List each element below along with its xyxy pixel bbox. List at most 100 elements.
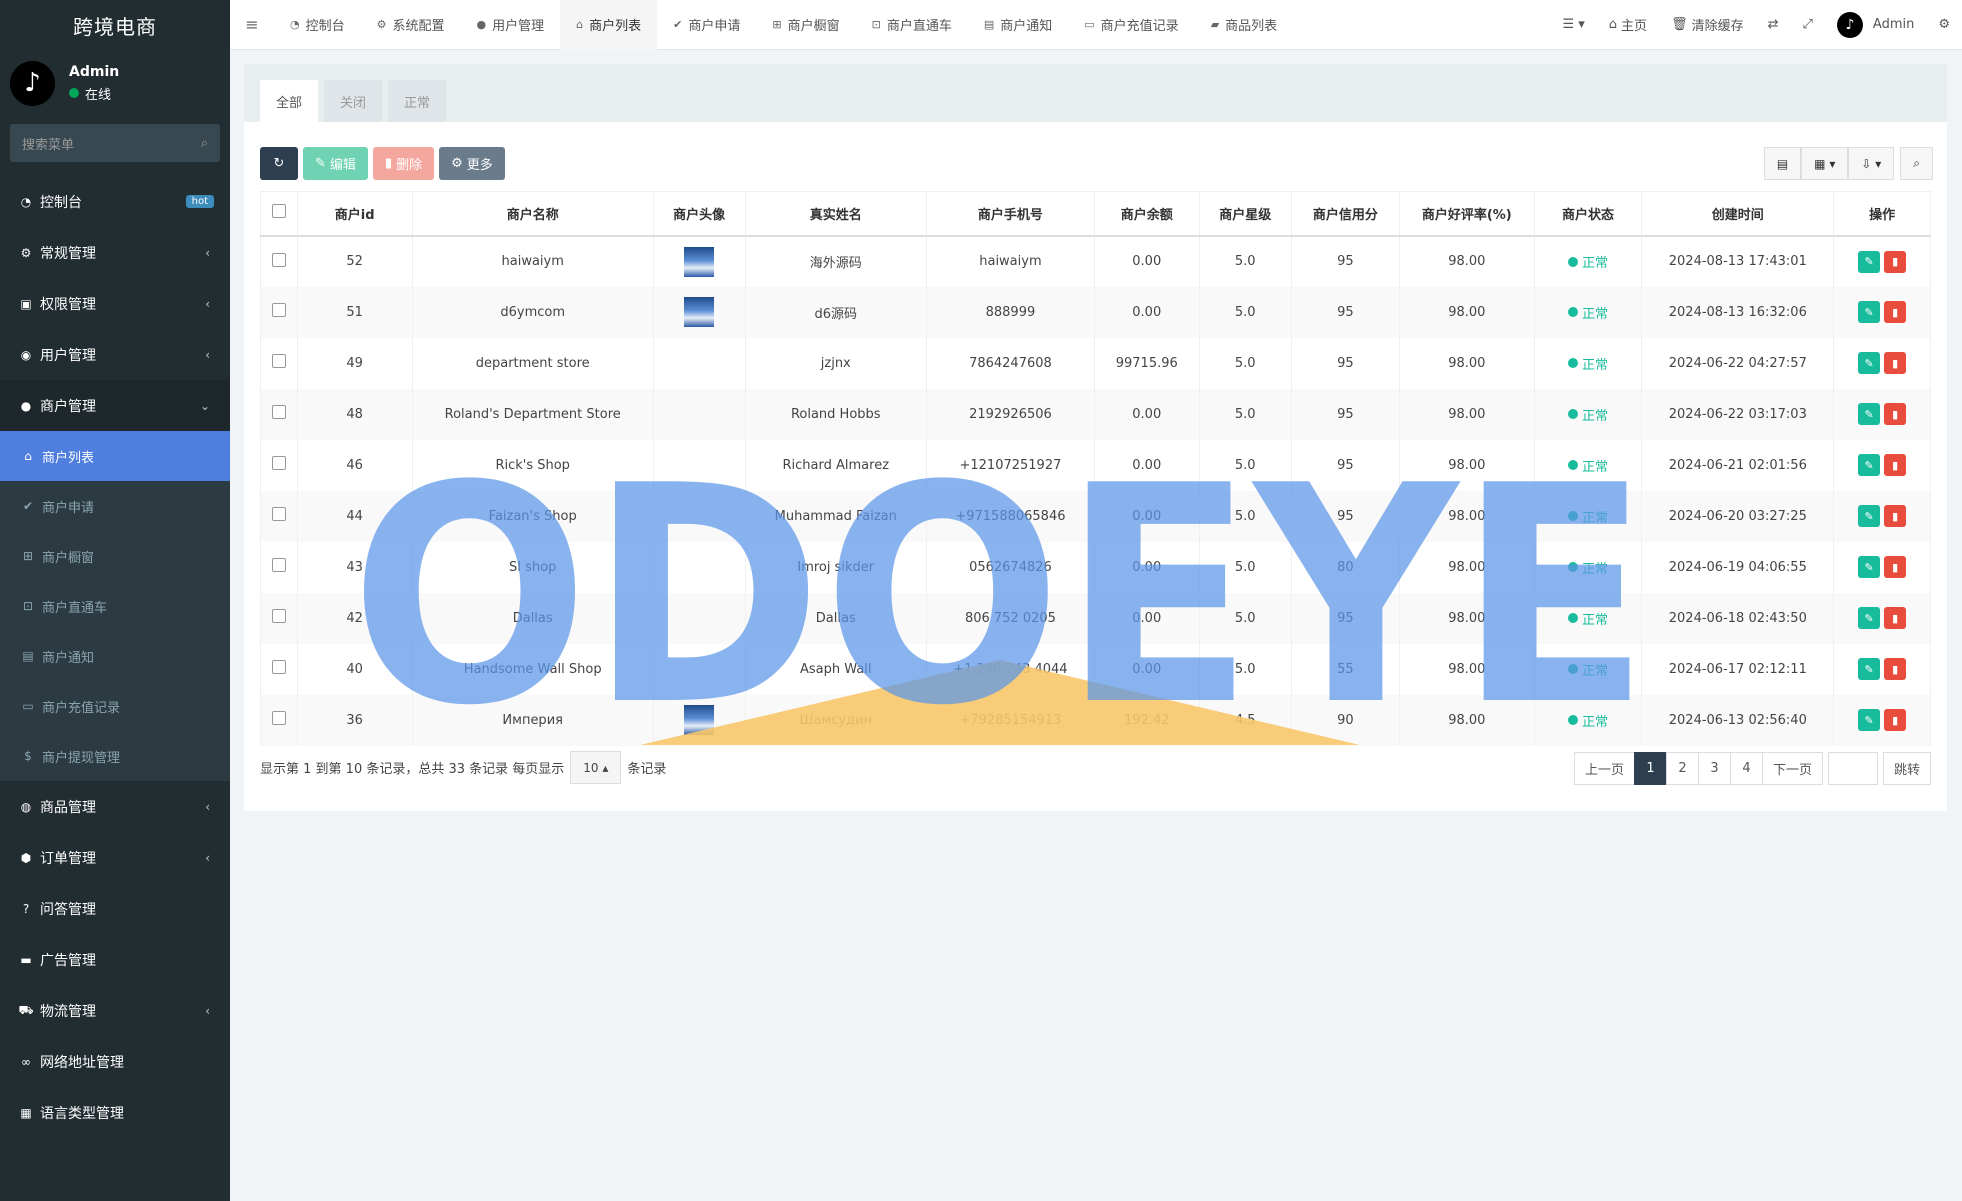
sidebar-item-merchant-notice[interactable]: ▤ 商户通知 bbox=[0, 631, 230, 681]
tab-user-manage[interactable]: ● 用户管理 bbox=[461, 0, 561, 50]
tab-merchant-notice[interactable]: ▤ 商户通知 bbox=[968, 0, 1068, 50]
sidebar-item-qa[interactable]: ? 问答管理 bbox=[0, 883, 230, 934]
page-4-button[interactable]: 4 bbox=[1729, 752, 1763, 785]
filter-tab-closed[interactable]: 关闭 bbox=[324, 80, 383, 122]
row-delete-button[interactable]: ▮ bbox=[1884, 505, 1907, 527]
row-delete-button[interactable]: ▮ bbox=[1884, 709, 1907, 731]
row-delete-button[interactable]: ▮ bbox=[1884, 352, 1907, 374]
table-row[interactable]: 36 Империя Шамсудин +79285154913 192.42 4.5 90… bbox=[260, 694, 1931, 746]
row-delete-button[interactable]: ▮ bbox=[1884, 607, 1907, 629]
sidebar-item-merchant-apply[interactable]: ✔ 商户申请 bbox=[0, 481, 230, 531]
toggle-view-button[interactable]: ▤ bbox=[1763, 147, 1802, 180]
page-1-button[interactable]: 1 bbox=[1633, 752, 1667, 785]
sidebar-item-merchant-withdraw[interactable]: $ 商户提现管理 bbox=[0, 731, 230, 781]
sidebar-item-merchant-window[interactable]: ⊞ 商户橱窗 bbox=[0, 531, 230, 581]
sidebar-item-language[interactable]: ▦ 语言类型管理 bbox=[0, 1087, 230, 1138]
tab-product-list[interactable]: ▰ 商品列表 bbox=[1195, 0, 1293, 50]
row-checkbox[interactable] bbox=[260, 439, 298, 491]
sidebar-search-input[interactable]: 搜索菜单 ⌕ bbox=[10, 124, 220, 162]
table-row[interactable]: 44 Faizan's Shop Muhammad Faizan +971588065… bbox=[260, 490, 1931, 542]
row-edit-button[interactable]: ✎ bbox=[1858, 658, 1881, 680]
more-button[interactable]: ⚙ 更多 bbox=[439, 147, 505, 180]
merchant-avatar-image[interactable] bbox=[684, 246, 715, 277]
translate-icon[interactable]: ⇄ bbox=[1756, 17, 1791, 32]
tab-merchant-window[interactable]: ⊞ 商户橱窗 bbox=[756, 0, 855, 50]
tab-dashboard[interactable]: ◔ 控制台 bbox=[274, 0, 361, 50]
tab-merchant-list[interactable]: ⌂ 商户列表 bbox=[560, 0, 658, 50]
row-edit-button[interactable]: ✎ bbox=[1858, 403, 1881, 425]
col-name[interactable]: 商户名称 bbox=[411, 191, 654, 237]
next-page-button[interactable]: 下一页 bbox=[1761, 752, 1823, 785]
sidebar-item-general[interactable]: ⚙ 常规管理 ‹ bbox=[0, 227, 230, 278]
row-edit-button[interactable]: ✎ bbox=[1858, 454, 1881, 476]
col-status[interactable]: 商户状态 bbox=[1533, 191, 1643, 237]
col-phone[interactable]: 商户手机号 bbox=[925, 191, 1095, 237]
menu-toggle-icon[interactable]: ≡ bbox=[230, 15, 274, 34]
row-delete-button[interactable]: ▮ bbox=[1884, 658, 1907, 680]
table-row[interactable]: 49 department store jzjnx 7864247608 99715.9… bbox=[260, 337, 1931, 389]
home-link[interactable]: ⌂ 主页 bbox=[1597, 15, 1659, 34]
filter-tab-normal[interactable]: 正常 bbox=[388, 80, 447, 122]
filter-tab-all[interactable]: 全部 bbox=[260, 80, 319, 122]
table-row[interactable]: 51 d6ymcom d6源码 888999 0.00 5.0 95 98.00 正常 2024-… bbox=[260, 286, 1931, 338]
prev-page-button[interactable]: 上一页 bbox=[1573, 752, 1635, 785]
sidebar-item-users[interactable]: ◉ 用户管理 ‹ bbox=[0, 329, 230, 380]
row-checkbox[interactable] bbox=[260, 337, 298, 389]
tab-merchant-recharge[interactable]: ▭ 商户充值记录 bbox=[1068, 0, 1194, 50]
row-checkbox[interactable] bbox=[260, 490, 298, 542]
tab-system-config[interactable]: ⚙ 系统配置 bbox=[361, 0, 461, 50]
row-checkbox[interactable] bbox=[260, 643, 298, 695]
sidebar-item-ads[interactable]: ▬ 广告管理 bbox=[0, 934, 230, 985]
col-star[interactable]: 商户星级 bbox=[1198, 191, 1292, 237]
table-row[interactable]: 52 haiwaiym 海外源码 haiwaiym 0.00 5.0 95 98.00 正常 20… bbox=[260, 235, 1931, 287]
row-checkbox[interactable] bbox=[260, 235, 298, 287]
row-edit-button[interactable]: ✎ bbox=[1858, 301, 1881, 323]
select-all-checkbox[interactable] bbox=[260, 191, 298, 237]
sidebar-item-products[interactable]: ◍ 商品管理 ‹ bbox=[0, 781, 230, 832]
row-edit-button[interactable]: ✎ bbox=[1858, 505, 1881, 527]
jump-page-input[interactable] bbox=[1827, 752, 1878, 785]
row-edit-button[interactable]: ✎ bbox=[1858, 607, 1881, 629]
sidebar-item-merchants[interactable]: ● 商户管理 ⌄ bbox=[0, 380, 230, 431]
row-edit-button[interactable]: ✎ bbox=[1858, 250, 1881, 273]
row-delete-button[interactable]: ▮ bbox=[1884, 556, 1907, 578]
export-button[interactable]: ⇩ ▾ bbox=[1848, 147, 1895, 180]
search-button[interactable]: ⌕ bbox=[1900, 147, 1933, 180]
col-id[interactable]: 商户id bbox=[296, 191, 413, 237]
col-real-name[interactable]: 真实姓名 bbox=[744, 191, 927, 237]
col-created[interactable]: 创建时间 bbox=[1641, 191, 1835, 237]
table-row[interactable]: 40 Handsome Wall Shop Asaph Wall +1 246 243… bbox=[260, 643, 1931, 695]
sidebar-item-orders[interactable]: ⬢ 订单管理 ‹ bbox=[0, 832, 230, 883]
tab-merchant-apply[interactable]: ✔ 商户申请 bbox=[657, 0, 756, 50]
row-checkbox[interactable] bbox=[260, 541, 298, 593]
refresh-button[interactable]: ↻ bbox=[260, 147, 298, 180]
col-balance[interactable]: 商户余额 bbox=[1093, 191, 1200, 237]
table-row[interactable]: 42 Dallas Dallas 806 752 0205 0.00 5.0 95 98.00… bbox=[260, 592, 1931, 644]
fullscreen-icon[interactable]: ⤢ bbox=[1791, 17, 1825, 32]
jump-button[interactable]: 跳转 bbox=[1882, 752, 1931, 785]
admin-profile[interactable]: ♪ Admin bbox=[1825, 11, 1926, 38]
row-edit-button[interactable]: ✎ bbox=[1858, 556, 1881, 578]
sidebar-item-permission[interactable]: ▣ 权限管理 ‹ bbox=[0, 278, 230, 329]
row-edit-button[interactable]: ✎ bbox=[1858, 709, 1881, 731]
row-checkbox[interactable] bbox=[260, 694, 298, 746]
settings-gear-icon[interactable]: ⚙ bbox=[1926, 17, 1962, 32]
tab-merchant-express[interactable]: ⊡ 商户直通车 bbox=[856, 0, 968, 50]
merchant-avatar-image[interactable] bbox=[684, 705, 715, 735]
table-row[interactable]: 43 SI shop Imroj sikder 0562674826 0.00 5.0 80… bbox=[260, 541, 1931, 593]
sidebar-item-dashboard[interactable]: ◔ 控制台 hot bbox=[0, 176, 230, 227]
clear-cache-button[interactable]: 🗑 清除缓存 bbox=[1659, 15, 1756, 34]
sidebar-item-logistics[interactable]: ⛟ 物流管理 ‹ bbox=[0, 985, 230, 1036]
sidebar-item-merchant-recharge[interactable]: ▭ 商户充值记录 bbox=[0, 681, 230, 731]
table-row[interactable]: 46 Rick's Shop Richard Almarez +12107251927… bbox=[260, 439, 1931, 491]
table-row[interactable]: 48 Roland's Department Store Roland Hobbs 2… bbox=[260, 388, 1931, 440]
row-edit-button[interactable]: ✎ bbox=[1858, 352, 1881, 374]
page-2-button[interactable]: 2 bbox=[1665, 752, 1699, 785]
page-3-button[interactable]: 3 bbox=[1697, 752, 1731, 785]
edit-button[interactable]: ✎ 编辑 bbox=[303, 147, 368, 180]
row-delete-button[interactable]: ▮ bbox=[1884, 454, 1907, 476]
col-credit[interactable]: 商户信用分 bbox=[1290, 191, 1400, 237]
row-delete-button[interactable]: ▮ bbox=[1884, 403, 1907, 425]
sidebar-item-merchant-express[interactable]: ⊡ 商户直通车 bbox=[0, 581, 230, 631]
delete-button[interactable]: ▮ 删除 bbox=[372, 147, 435, 180]
